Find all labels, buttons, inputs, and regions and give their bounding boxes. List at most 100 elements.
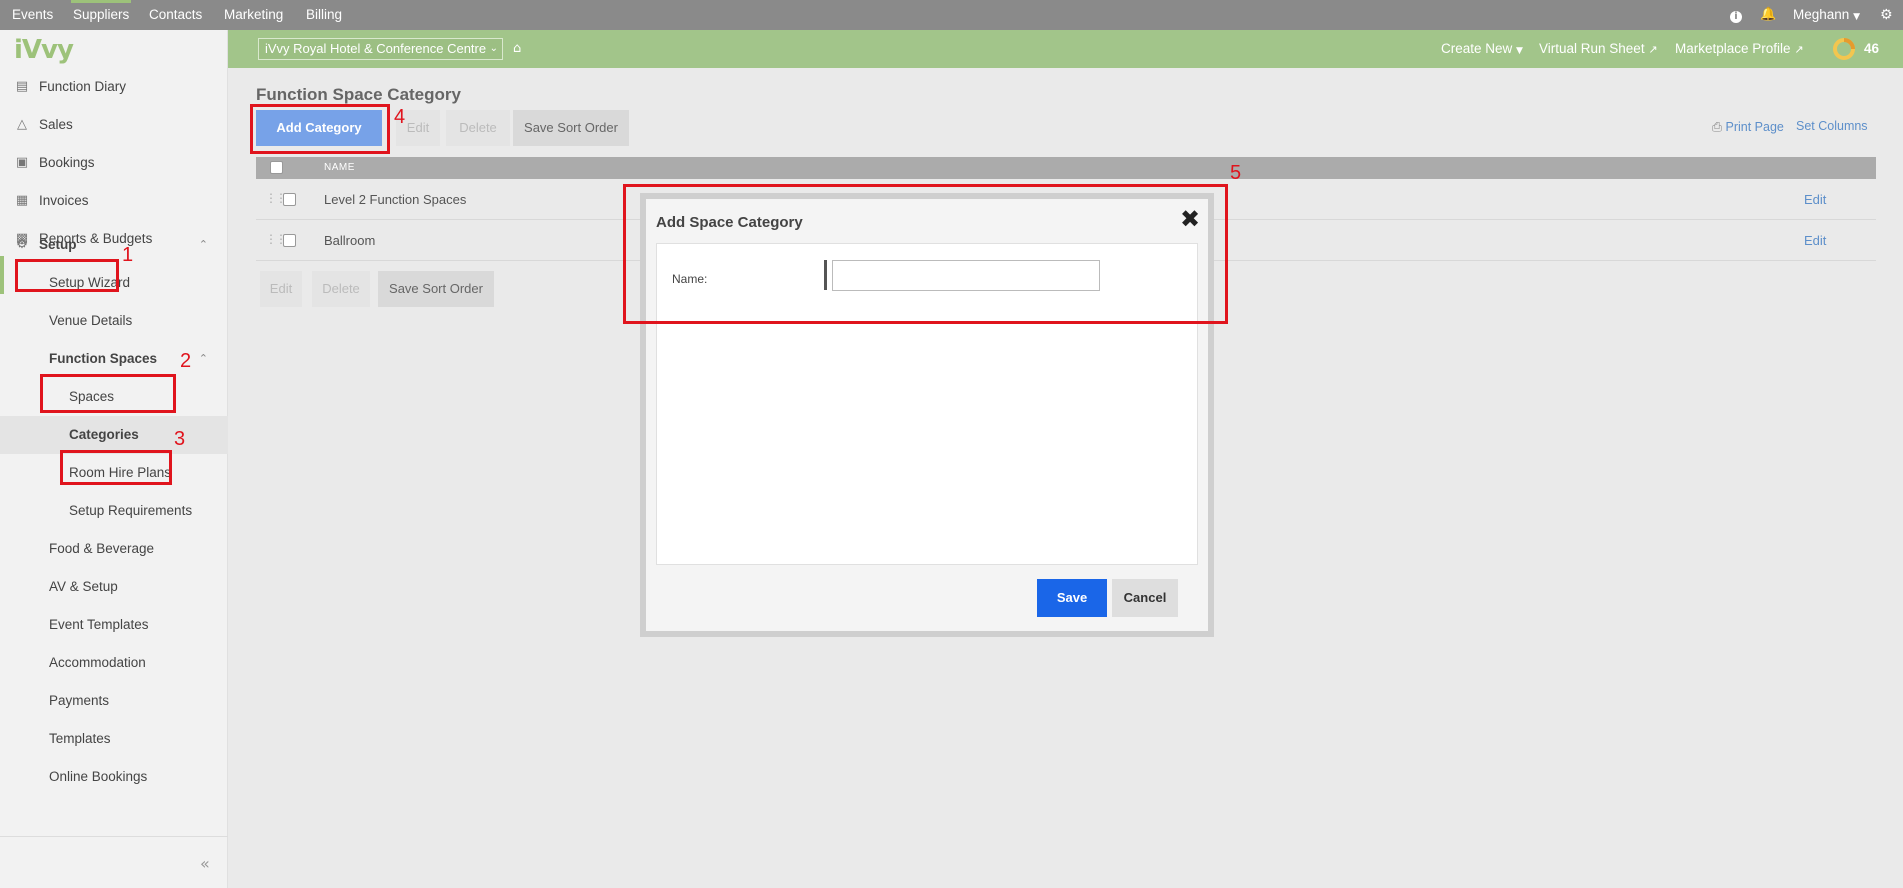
sidebar-item-label: Online Bookings (49, 769, 148, 784)
caret-down-icon: ▼ (1853, 12, 1860, 22)
chevron-down-icon: ⌄ (489, 43, 498, 54)
user-menu[interactable]: Meghann ▼ (1793, 0, 1860, 30)
marketplace-profile-link[interactable]: Marketplace Profile ↗ (1675, 30, 1804, 68)
venue-select-value: iVvy Royal Hotel & Conference Centre (265, 41, 487, 56)
sidebar-item-label: Templates (49, 731, 111, 746)
calendar-icon: ▤ (15, 79, 29, 94)
sidebar-item-label: Function Spaces (49, 351, 158, 366)
sidebar-item-label: Venue Details (49, 313, 133, 328)
sidebar-item-food-beverage[interactable]: Food & Beverage (0, 530, 228, 568)
sidebar-item-label: Bookings (39, 155, 95, 170)
user-name: Meghann (1793, 7, 1850, 22)
annotation-number-5: 5 (1230, 162, 1242, 184)
set-columns-link[interactable]: Set Columns (1796, 119, 1868, 133)
delete-button[interactable]: Delete (446, 110, 510, 146)
sidebar-item-categories[interactable]: Categories (0, 416, 228, 454)
print-page-label: Print Page (1725, 120, 1784, 134)
info-icon[interactable]: i (1730, 0, 1742, 30)
nav-events[interactable]: Events (12, 0, 53, 30)
sidebar-item-label: Food & Beverage (49, 541, 155, 556)
collapse-sidebar-icon[interactable]: « (200, 854, 210, 873)
sidebar-item-function-diary[interactable]: ▤ Function Diary (0, 68, 228, 106)
sidebar-item-label: AV & Setup (49, 579, 118, 594)
sidebar-item-setup-requirements[interactable]: Setup Requirements (0, 492, 228, 530)
annotation-box-5 (623, 184, 1228, 324)
drag-handle-icon[interactable]: ⋮⋮ (265, 232, 287, 246)
nav-suppliers[interactable]: Suppliers (70, 0, 132, 30)
sidebar-item-label: Setup Requirements (69, 503, 193, 518)
annotation-box-4 (250, 104, 390, 154)
sidebar-divider (0, 836, 228, 837)
venue-bar: iVvy Royal Hotel & Conference Centre ⌄ ⌂… (228, 30, 1903, 68)
annotation-box-1 (15, 259, 119, 292)
annotation-number-3: 3 (174, 428, 186, 450)
annotation-number-4: 4 (394, 106, 406, 128)
nav-marketing[interactable]: Marketing (224, 0, 283, 30)
column-header-name: NAME (324, 162, 355, 173)
category-name: Ballroom (324, 233, 376, 248)
print-page-link[interactable]: ⎙ Print Page (1712, 119, 1784, 135)
nav-billing[interactable]: Billing (306, 0, 342, 30)
annotation-number-2: 2 (180, 350, 192, 372)
home-icon[interactable]: ⌂ (513, 30, 521, 68)
select-all-checkbox[interactable] (270, 161, 283, 174)
sidebar-item-label: Payments (49, 693, 110, 708)
sidebar-item-label: Function Diary (39, 79, 127, 94)
printer-icon: ⎙ (1712, 119, 1723, 134)
category-name: Level 2 Function Spaces (324, 192, 467, 207)
sidebar-item-bookings[interactable]: ▣ Bookings (0, 144, 228, 182)
bell-icon[interactable]: 🔔 (1760, 0, 1776, 30)
sidebar-item-label: Event Templates (49, 617, 149, 632)
row-checkbox[interactable] (283, 234, 296, 247)
row-checkbox[interactable] (283, 193, 296, 206)
sidebar-item-event-templates[interactable]: Event Templates (0, 606, 228, 644)
external-link-icon: ↗ (1648, 43, 1658, 56)
annotation-box-2 (40, 374, 176, 413)
nav-contacts[interactable]: Contacts (149, 0, 202, 30)
sidebar-item-accommodation[interactable]: Accommodation (0, 644, 228, 682)
sidebar-item-sales[interactable]: △ Sales (0, 106, 228, 144)
row-edit-link[interactable]: Edit (1804, 179, 1826, 220)
top-navigation: Events Suppliers Contacts Marketing Bill… (0, 0, 1903, 30)
sidebar-item-online-bookings[interactable]: Online Bookings (0, 758, 228, 796)
create-new-label: Create New (1441, 41, 1513, 56)
sales-icon: △ (17, 117, 27, 132)
sidebar-item-label: Sales (39, 117, 73, 132)
venue-select[interactable]: iVvy Royal Hotel & Conference Centre ⌄ (258, 38, 503, 60)
caret-down-icon: ▼ (1516, 46, 1523, 56)
save-sort-order-button[interactable]: Save Sort Order (513, 110, 629, 146)
annotation-box-3 (60, 450, 172, 485)
save-sort-order-button-bottom[interactable]: Save Sort Order (378, 271, 494, 307)
ivvy-logo: iVvy (14, 35, 74, 65)
create-new-menu[interactable]: Create New ▼ (1441, 30, 1523, 68)
sidebar-item-function-spaces[interactable]: Function Spaces ⌃ (0, 340, 228, 378)
page-title: Function Space Category (256, 85, 461, 104)
chevron-up-icon: ⌃ (198, 352, 208, 365)
save-button[interactable]: Save (1037, 579, 1107, 617)
score-ring-icon[interactable] (1832, 30, 1856, 68)
external-link-icon: ↗ (1794, 43, 1804, 56)
drag-handle-icon[interactable]: ⋮⋮ (265, 191, 287, 205)
gear-icon[interactable]: ⚙ (1880, 0, 1893, 30)
row-edit-link[interactable]: Edit (1804, 220, 1826, 261)
annotation-number-1: 1 (122, 244, 134, 266)
invoice-icon: ▦ (15, 193, 29, 208)
sidebar-item-invoices[interactable]: ▦ Invoices (0, 182, 228, 220)
marketplace-profile-label: Marketplace Profile (1675, 41, 1791, 56)
sidebar-item-av-setup[interactable]: AV & Setup (0, 568, 228, 606)
virtual-run-sheet-label: Virtual Run Sheet (1539, 41, 1645, 56)
edit-button-bottom[interactable]: Edit (260, 271, 302, 307)
sidebar-item-payments[interactable]: Payments (0, 682, 228, 720)
sidebar-item-label: Accommodation (49, 655, 146, 670)
briefcase-icon: ▣ (15, 155, 29, 170)
score-value: 46 (1864, 41, 1880, 56)
sidebar-item-label: Categories (69, 427, 139, 442)
cancel-button[interactable]: Cancel (1112, 579, 1178, 617)
virtual-run-sheet-link[interactable]: Virtual Run Sheet ↗ (1539, 30, 1658, 68)
sidebar-item-label: Invoices (39, 193, 89, 208)
sidebar-item-templates[interactable]: Templates (0, 720, 228, 758)
table-header: NAME (256, 157, 1876, 179)
chevron-up-icon: ⌃ (198, 238, 208, 251)
delete-button-bottom[interactable]: Delete (312, 271, 370, 307)
sidebar-item-venue-details[interactable]: Venue Details (0, 302, 228, 340)
